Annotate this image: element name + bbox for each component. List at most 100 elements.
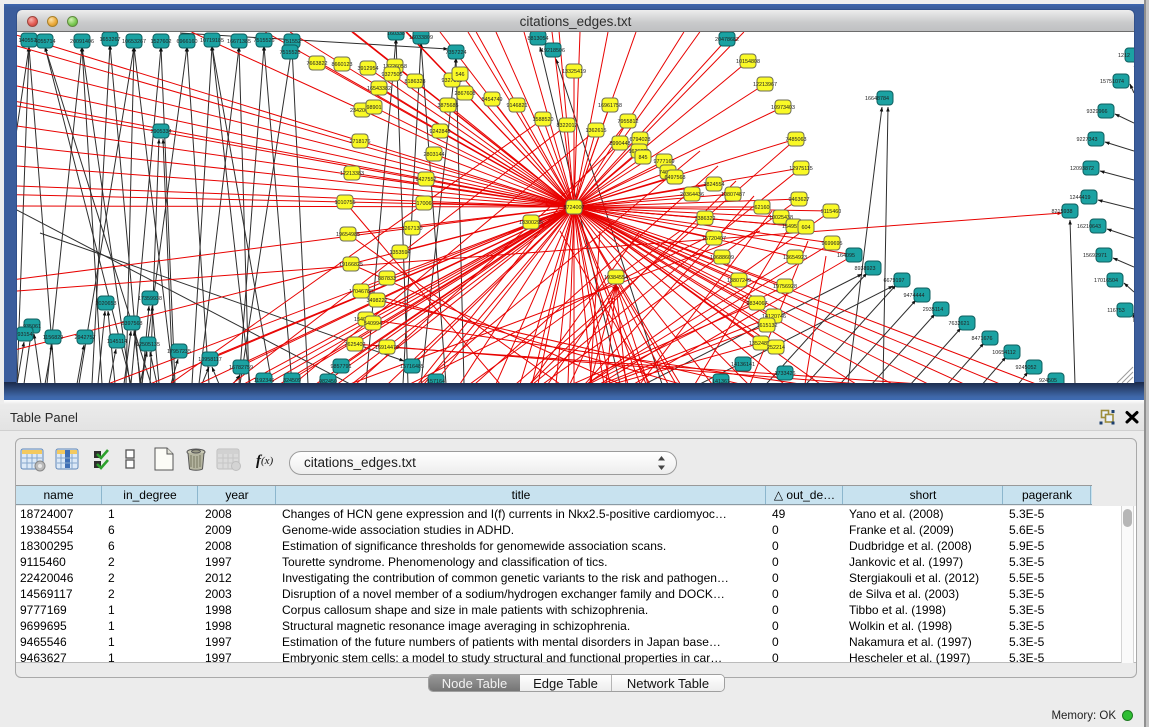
svg-text:9227343: 9227343 bbox=[1077, 137, 1098, 143]
svg-text:3498222: 3498222 bbox=[367, 298, 388, 304]
svg-text:8322017: 8322017 bbox=[557, 123, 578, 129]
svg-text:1615132: 1615132 bbox=[757, 323, 778, 329]
svg-text:10958117: 10958117 bbox=[198, 357, 222, 363]
svg-text:1733426: 1733426 bbox=[775, 371, 796, 377]
svg-text:7515526: 7515526 bbox=[280, 50, 301, 56]
svg-text:9329966: 9329966 bbox=[1087, 109, 1108, 115]
svg-text:9699695: 9699695 bbox=[822, 241, 843, 247]
svg-text:16914479: 16914479 bbox=[375, 345, 399, 351]
svg-text:2942757: 2942757 bbox=[75, 335, 96, 341]
svg-text:1212: 1212 bbox=[1118, 53, 1130, 59]
svg-text:6794028: 6794028 bbox=[630, 137, 651, 143]
svg-text:8660123: 8660123 bbox=[332, 62, 353, 68]
svg-text:1653267: 1653267 bbox=[100, 37, 121, 43]
svg-text:9474444: 9474444 bbox=[904, 293, 925, 299]
svg-text:2935114: 2935114 bbox=[923, 307, 944, 313]
svg-text:19756928: 19756928 bbox=[773, 284, 797, 290]
svg-text:15716485: 15716485 bbox=[400, 364, 424, 370]
svg-text:546: 546 bbox=[456, 72, 465, 78]
svg-text:8471676: 8471676 bbox=[972, 336, 993, 342]
svg-text:12505135: 12505135 bbox=[136, 342, 160, 348]
svg-text:12213383: 12213383 bbox=[340, 171, 364, 177]
svg-text:164095: 164095 bbox=[837, 253, 855, 259]
svg-text:16671385: 16671385 bbox=[227, 39, 251, 45]
svg-text:(x): (x) bbox=[261, 455, 274, 467]
svg-text:604: 604 bbox=[802, 225, 811, 231]
svg-text:19166825: 19166825 bbox=[339, 262, 363, 268]
svg-text:19218506: 19218506 bbox=[541, 48, 565, 54]
svg-text:9777169: 9777169 bbox=[654, 159, 675, 165]
svg-text:2718176: 2718176 bbox=[350, 139, 371, 145]
svg-text:18807249: 18807249 bbox=[727, 278, 751, 284]
svg-text:1244419: 1244419 bbox=[1070, 195, 1091, 201]
svg-text:10154808: 10154808 bbox=[736, 59, 760, 65]
svg-text:20478682: 20478682 bbox=[715, 37, 739, 43]
svg-text:10688609: 10688609 bbox=[710, 255, 734, 261]
svg-text:2803144: 2803144 bbox=[424, 152, 445, 158]
svg-text:14136141: 14136141 bbox=[731, 362, 755, 368]
svg-text:9397568: 9397568 bbox=[122, 321, 143, 327]
svg-text:7955812: 7955812 bbox=[618, 119, 639, 125]
svg-text:6966160: 6966160 bbox=[177, 39, 198, 45]
svg-text:6497568: 6497568 bbox=[665, 175, 686, 181]
svg-text:17016504: 17016504 bbox=[1094, 278, 1118, 284]
svg-text:7625402: 7625402 bbox=[345, 342, 366, 348]
svg-text:12213967: 12213967 bbox=[753, 82, 777, 88]
svg-text:9115460: 9115460 bbox=[821, 209, 842, 215]
svg-text:1527602: 1527602 bbox=[151, 39, 172, 45]
svg-text:13325419: 13325419 bbox=[562, 69, 586, 75]
svg-text:9327505: 9327505 bbox=[382, 72, 403, 78]
svg-text:10807487: 10807487 bbox=[721, 192, 745, 198]
svg-text:16210643: 16210643 bbox=[1077, 224, 1101, 230]
svg-text:2905334: 2905334 bbox=[151, 129, 172, 135]
svg-text:982450: 982450 bbox=[319, 379, 337, 383]
svg-text:1353594: 1353594 bbox=[390, 250, 411, 256]
svg-text:62160: 62160 bbox=[755, 205, 770, 211]
svg-text:7632621: 7632621 bbox=[949, 321, 970, 327]
svg-text:15692971: 15692971 bbox=[1083, 253, 1107, 259]
svg-text:1362615: 1362615 bbox=[586, 128, 607, 134]
svg-text:540994: 540994 bbox=[364, 321, 382, 327]
svg-text:10973403: 10973403 bbox=[771, 105, 795, 111]
svg-text:1010755: 1010755 bbox=[335, 200, 356, 206]
svg-text:9245052: 9245052 bbox=[1016, 365, 1037, 371]
svg-text:10654112: 10654112 bbox=[992, 350, 1016, 356]
svg-text:9427552: 9427552 bbox=[416, 177, 437, 183]
svg-text:12975115: 12975115 bbox=[789, 166, 813, 172]
svg-text:9146821: 9146821 bbox=[507, 103, 528, 109]
svg-text:12093872: 12093872 bbox=[1070, 166, 1094, 172]
svg-text:19384554: 19384554 bbox=[604, 275, 628, 281]
svg-text:16543382: 16543382 bbox=[367, 86, 391, 92]
svg-text:9242848: 9242848 bbox=[430, 129, 451, 135]
svg-text:15751074: 15751074 bbox=[1100, 79, 1124, 85]
svg-text:9463627: 9463627 bbox=[789, 197, 810, 203]
svg-text:20091406: 20091406 bbox=[70, 39, 94, 45]
svg-text:8454749: 8454749 bbox=[482, 97, 503, 103]
svg-text:3824554: 3824554 bbox=[704, 182, 725, 188]
svg-text:10719185: 10719185 bbox=[200, 38, 224, 44]
svg-text:2020653: 2020653 bbox=[96, 301, 117, 307]
svg-text:6679197: 6679197 bbox=[884, 278, 905, 284]
svg-text:845: 845 bbox=[639, 155, 648, 161]
svg-text:7485063: 7485063 bbox=[786, 137, 807, 143]
svg-text:15720407: 15720407 bbox=[702, 236, 726, 242]
svg-text:13654923: 13654923 bbox=[783, 255, 807, 261]
svg-text:7515526: 7515526 bbox=[254, 38, 275, 44]
svg-text:16782759: 16782759 bbox=[229, 365, 253, 371]
svg-text:252214: 252214 bbox=[767, 345, 785, 351]
svg-text:18300295: 18300295 bbox=[519, 220, 543, 226]
svg-text:8813054: 8813054 bbox=[528, 36, 549, 42]
svg-text:9834067: 9834067 bbox=[747, 301, 768, 307]
svg-text:3267130: 3267130 bbox=[402, 226, 423, 232]
svg-text:8186328: 8186328 bbox=[405, 79, 426, 85]
svg-text:1145114: 1145114 bbox=[107, 339, 127, 345]
svg-text:8938923: 8938923 bbox=[855, 266, 876, 272]
svg-text:157164: 157164 bbox=[427, 379, 445, 383]
svg-text:887833: 887833 bbox=[378, 276, 396, 282]
svg-text:1192346: 1192346 bbox=[254, 378, 275, 383]
svg-text:924505: 924505 bbox=[1039, 378, 1057, 383]
svg-text:4055714: 4055714 bbox=[35, 39, 56, 45]
svg-text:751552: 751552 bbox=[283, 39, 301, 45]
svg-text:93154: 93154 bbox=[18, 332, 33, 338]
svg-text:160338: 160338 bbox=[387, 32, 405, 37]
